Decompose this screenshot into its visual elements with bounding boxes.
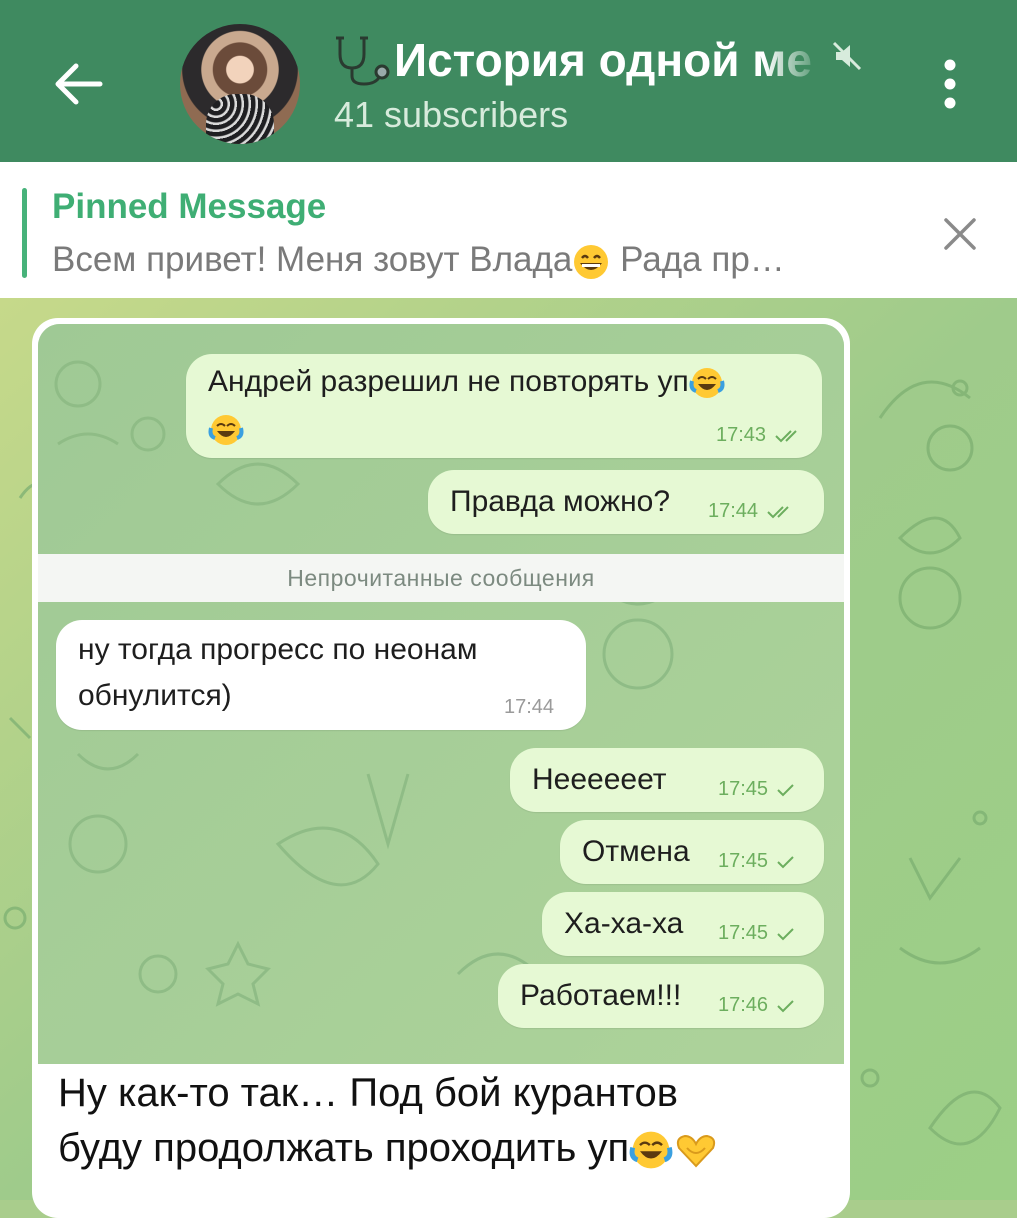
subscriber-count: 41 subscribers (334, 94, 569, 135)
message-text: Отмена (582, 835, 690, 868)
check-icon (776, 856, 794, 869)
message-text-line: обнулится) (78, 679, 232, 712)
chat-header: История одной ме 41 subscribers (0, 0, 1017, 162)
tears-of-joy-emoji (208, 415, 244, 445)
tears-of-joy-emoji (689, 368, 725, 399)
grinning-emoji (574, 244, 609, 279)
message-time: 17:46 (718, 994, 796, 1017)
message-text: Работаем!!! (520, 979, 682, 1012)
channel-post[interactable]: Андрей разрешил не повторять уп 17:43 Пр… (32, 318, 850, 1218)
message-time: 17:45 (718, 850, 796, 873)
message-text-line: ну тогда прогресс по неонам (78, 633, 478, 666)
message-time: 17:45 (718, 922, 796, 945)
message-text: Ха-ха-ха (564, 907, 684, 940)
pinned-text-end: Рада пр… (610, 240, 785, 279)
message-time: 17:43 (716, 424, 804, 447)
message-time: 17:44 (504, 696, 555, 718)
message-time: 17:45 (718, 778, 796, 801)
caption-line: Ну как-то так… Под бой курантов (58, 1071, 679, 1115)
double-check-icon (774, 430, 797, 443)
tears-of-joy-emoji (629, 1132, 673, 1169)
unread-messages-divider: Непрочитанные сообщения (38, 554, 844, 602)
message-time: 17:44 (708, 500, 796, 523)
channel-title: История одной ме (394, 34, 812, 86)
post-image-screenshot[interactable]: Андрей разрешил не повторять уп 17:43 Пр… (38, 324, 844, 1064)
message-bubble-out[interactable]: Андрей разрешил не повторять уп 17:43 (186, 354, 822, 458)
message-bubble-in[interactable]: ну тогда прогресс по неонам обнулится) 1… (56, 620, 586, 730)
pinned-accent-bar (22, 188, 27, 278)
channel-avatar[interactable] (180, 24, 300, 144)
mute-icon (832, 41, 862, 71)
heart-hands-emoji (677, 1135, 716, 1168)
message-bubble-out[interactable]: Отмена 17:45 (560, 820, 824, 884)
close-icon[interactable] (938, 212, 982, 256)
message-bubble-out[interactable]: Работаем!!! 17:46 (498, 964, 824, 1028)
post-caption: Ну как-то так… Под бой курантов буду про… (58, 1066, 838, 1176)
pinned-text: Всем привет! Меня зовут Влада Рада пр… (52, 240, 785, 281)
stethoscope-icon (336, 36, 390, 86)
check-icon (776, 784, 794, 797)
message-text-line: Андрей разрешил не повторять уп (208, 365, 689, 398)
back-arrow-icon[interactable] (48, 56, 108, 112)
message-text: Андрей разрешил не повторять уп (208, 362, 725, 402)
pinned-message[interactable]: Pinned Message Всем привет! Меня зовут В… (0, 162, 1017, 298)
message-bubble-out[interactable]: Правда можно? 17:44 (428, 470, 824, 534)
pinned-text-start: Всем привет! Меня зовут Влада (52, 240, 573, 279)
message-text: Правда можно? (450, 485, 671, 518)
message-bubble-out[interactable]: Неееееет 17:45 (510, 748, 824, 812)
more-vertical-icon[interactable] (935, 58, 965, 110)
caption-line: буду продолжать проходить уп (58, 1121, 838, 1176)
message-bubble-out[interactable]: Ха-ха-ха 17:45 (542, 892, 824, 956)
caption-text: буду продолжать проходить уп (58, 1126, 630, 1170)
double-check-icon (766, 506, 789, 519)
pinned-label: Pinned Message (52, 187, 327, 226)
message-text: Неееееет (532, 763, 667, 796)
channel-title-row[interactable]: История одной ме (332, 30, 864, 90)
check-icon (776, 928, 794, 941)
check-icon (776, 1000, 794, 1013)
